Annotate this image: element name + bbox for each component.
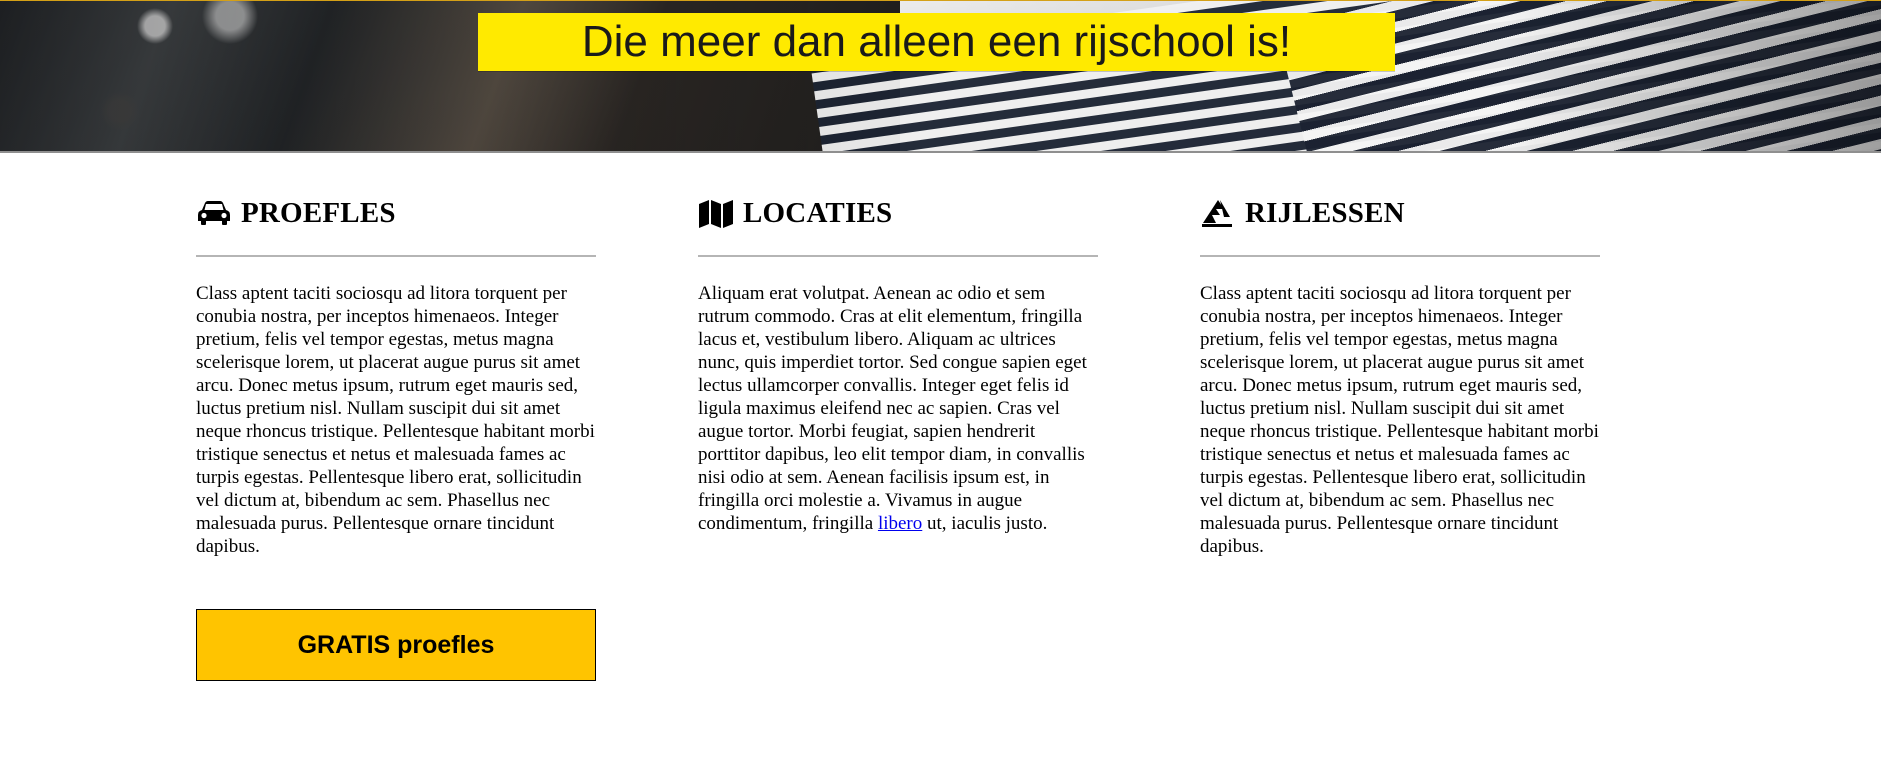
column-text: Aliquam erat volutpat. Aenean ac odio et… bbox=[698, 282, 1098, 535]
column-rijlessen: RIJLESSEN Class aptent taciti sociosqu a… bbox=[1200, 196, 1600, 558]
column-divider bbox=[698, 255, 1098, 257]
column-divider bbox=[1200, 255, 1600, 257]
column-heading: RIJLESSEN bbox=[1200, 196, 1600, 230]
map-icon bbox=[698, 197, 734, 229]
column-title: LOCATIES bbox=[743, 196, 893, 229]
hero-banner-image: Die meer dan alleen een rijschool is! bbox=[0, 0, 1881, 153]
inline-link[interactable]: libero bbox=[878, 513, 922, 534]
car-icon bbox=[196, 197, 232, 229]
hero-tagline: Die meer dan alleen een rijschool is! bbox=[581, 17, 1292, 66]
column-text: Class aptent taciti sociosqu ad litora t… bbox=[1200, 283, 1599, 557]
column-title: PROEFLES bbox=[241, 196, 396, 229]
hero-tagline-banner: Die meer dan alleen een rijschool is! bbox=[478, 13, 1395, 71]
column-divider bbox=[196, 255, 596, 257]
column-title: RIJLESSEN bbox=[1245, 196, 1405, 229]
column-text-part: ut, iaculis justo. bbox=[922, 513, 1048, 534]
column-heading: LOCATIES bbox=[698, 196, 1098, 230]
column-proefles: PROEFLES Class aptent taciti sociosqu ad… bbox=[196, 196, 596, 681]
column-text-part: Aliquam erat volutpat. Aenean ac odio et… bbox=[698, 283, 1087, 534]
free-trial-lesson-button[interactable]: GRATIS proefles bbox=[196, 609, 596, 681]
road-sign-icon bbox=[1200, 197, 1236, 229]
column-heading: PROEFLES bbox=[196, 196, 596, 230]
feature-columns: PROEFLES Class aptent taciti sociosqu ad… bbox=[196, 196, 1726, 696]
column-locaties: LOCATIES Aliquam erat volutpat. Aenean a… bbox=[698, 196, 1098, 535]
column-text: Class aptent taciti sociosqu ad litora t… bbox=[196, 283, 595, 557]
